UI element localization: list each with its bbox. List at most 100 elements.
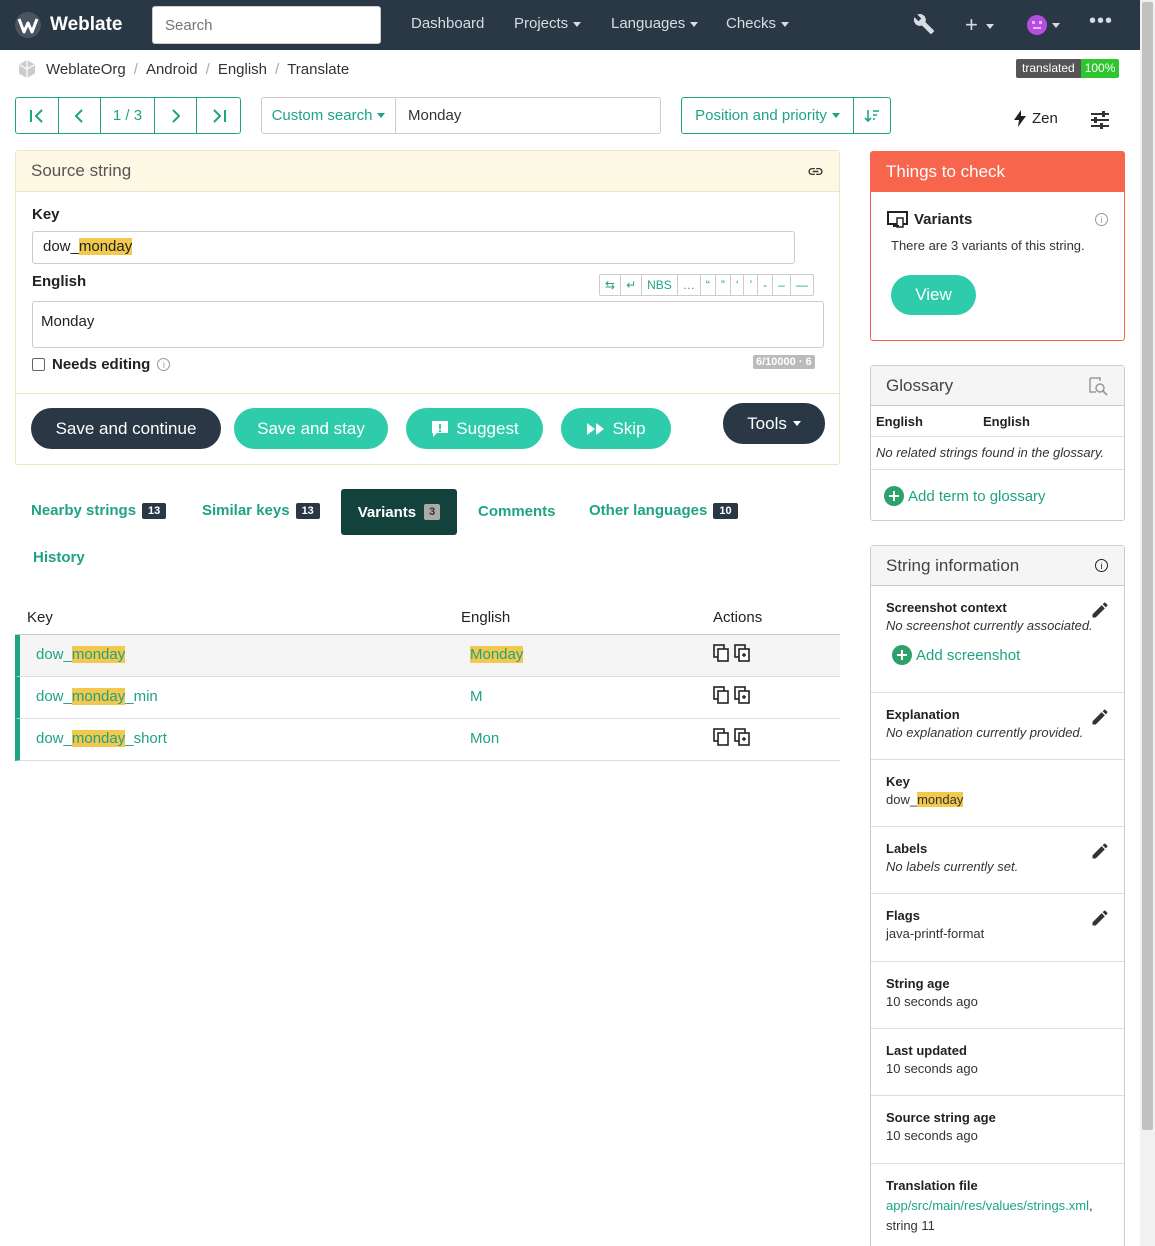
screenshot-context-section: Screenshot context No screenshot current… [871, 586, 1124, 693]
nav-dashboard[interactable]: Dashboard [411, 15, 484, 32]
variant-value[interactable]: Monday [470, 646, 524, 663]
page-scrollbar[interactable] [1140, 0, 1155, 1246]
breadcrumb-component[interactable]: Android [146, 61, 198, 78]
settings-sliders-icon[interactable] [1090, 110, 1110, 133]
custom-search-dropdown[interactable]: Custom search [262, 98, 396, 133]
info-icon[interactable]: i [1095, 559, 1108, 572]
right-double-quote-button[interactable]: ” [716, 275, 731, 295]
needs-editing-checkbox[interactable]: Needs editing i [32, 356, 171, 373]
copy-icon[interactable] [713, 686, 730, 704]
query-input[interactable]: Monday [396, 98, 660, 133]
search-input[interactable] [152, 6, 381, 44]
hyphen-button[interactable]: - [758, 275, 774, 295]
save-and-stay-button[interactable]: Save and stay [234, 408, 388, 449]
info-icon[interactable]: i [1095, 213, 1108, 226]
variant-key-link[interactable]: dow_monday_short [36, 730, 167, 747]
tab-similar-keys[interactable]: Similar keys 13 [202, 502, 320, 519]
add-menu[interactable]: + [965, 12, 994, 38]
variant-key-link[interactable]: dow_monday_min [36, 688, 158, 705]
more-menu-icon[interactable]: ••• [1089, 10, 1113, 33]
glossary-panel: Glossary English English No related stri… [870, 365, 1125, 521]
table-row[interactable]: dow_monday_short Mon [15, 719, 840, 761]
tab-history[interactable]: History [33, 549, 85, 566]
nav-languages[interactable]: Languages [611, 15, 699, 32]
tab-variants[interactable]: Variants 3 [341, 489, 457, 535]
breadcrumb-project[interactable]: WeblateOrg [46, 61, 126, 78]
sort-group: Position and priority [681, 97, 891, 134]
left-single-quote-button[interactable]: ‘ [731, 275, 745, 295]
flags-section: Flags java-printf-format [871, 893, 1124, 962]
chevron-right-icon [171, 108, 180, 123]
en-dash-button[interactable]: – [773, 275, 791, 295]
tab-nearby-strings[interactable]: Nearby strings 13 [31, 502, 167, 519]
sort-direction-button[interactable] [854, 98, 890, 133]
scrollbar-thumb[interactable] [1142, 2, 1153, 1130]
left-double-quote-button[interactable]: “ [701, 275, 716, 295]
variant-value[interactable]: M [470, 688, 483, 705]
tools-dropdown[interactable]: Tools [723, 403, 825, 444]
em-dash-button[interactable]: — [791, 275, 813, 295]
skip-button[interactable]: Skip [561, 408, 671, 449]
search-highlight: monday [78, 238, 133, 255]
translation-file-link[interactable]: app/src/main/res/values/strings.xml [886, 1198, 1089, 1213]
breadcrumb-language[interactable]: English [218, 61, 267, 78]
newline-char-button[interactable]: ↵ [621, 275, 643, 295]
lightning-icon [1014, 110, 1026, 127]
ellipsis-char-button[interactable]: … [678, 275, 701, 295]
info-icon[interactable]: i [157, 358, 171, 371]
glossary-empty-text: No related strings found in the glossary… [876, 445, 1105, 460]
source-text-area[interactable]: Monday [32, 301, 824, 348]
checkbox[interactable] [32, 358, 45, 371]
last-button[interactable] [197, 98, 240, 133]
table-row[interactable]: dow_monday Monday [15, 635, 840, 677]
chevron-down-icon [831, 113, 840, 118]
add-term-button[interactable]: Add term to glossary [884, 486, 1046, 506]
view-button[interactable]: View [891, 275, 976, 315]
suggest-button[interactable]: Suggest [406, 408, 543, 449]
nav-checks[interactable]: Checks [726, 15, 790, 32]
add-screenshot-button[interactable]: Add screenshot [892, 645, 1109, 665]
sort-dropdown[interactable]: Position and priority [682, 98, 854, 133]
things-to-check-panel: Things to check Variants i There are 3 v… [870, 151, 1125, 341]
explanation-section: Explanation No explanation currently pro… [871, 692, 1124, 760]
source-language-label: English [32, 273, 87, 290]
clone-icon[interactable] [734, 728, 751, 746]
wrench-icon[interactable] [913, 13, 935, 40]
link-icon[interactable] [807, 163, 824, 183]
edit-pencil-icon[interactable] [1090, 908, 1110, 928]
string-information-panel: String information i Screenshot context … [870, 545, 1125, 1246]
next-button[interactable] [155, 98, 198, 133]
tab-char-button[interactable]: ⇆ [600, 275, 622, 295]
row-actions [713, 644, 751, 662]
clone-icon[interactable] [734, 644, 751, 662]
tab-other-languages[interactable]: Other languages 10 [589, 502, 738, 519]
tab-comments[interactable]: Comments [478, 503, 556, 520]
string-age-section: String age 10 seconds ago [871, 961, 1124, 1029]
nav-projects[interactable]: Projects [514, 15, 582, 32]
user-menu[interactable] [1027, 14, 1060, 36]
first-button[interactable] [16, 98, 59, 133]
source-string-header: Source string [16, 151, 839, 192]
clone-icon[interactable] [734, 686, 751, 704]
nbsp-char-button[interactable]: NBS [642, 275, 678, 295]
brand-name: Weblate [50, 14, 123, 35]
variant-value[interactable]: Mon [470, 730, 499, 747]
variant-key-link[interactable]: dow_monday [36, 646, 126, 663]
previous-button[interactable] [59, 98, 102, 133]
status-badge[interactable]: translated 100% [1016, 59, 1120, 78]
edit-pencil-icon[interactable] [1090, 707, 1110, 727]
copy-icon[interactable] [713, 644, 730, 662]
search-group: Custom search Monday [261, 97, 661, 134]
zen-button[interactable]: Zen [1014, 110, 1058, 127]
copy-icon[interactable] [713, 728, 730, 746]
glossary-search-icon[interactable] [1088, 376, 1108, 399]
last-page-icon [212, 108, 226, 123]
table-row[interactable]: dow_monday_min M [15, 677, 840, 719]
chevron-down-icon [781, 21, 790, 27]
right-single-quote-button[interactable]: ’ [744, 275, 759, 295]
save-and-continue-button[interactable]: Save and continue [31, 408, 221, 449]
edit-pencil-icon[interactable] [1090, 841, 1110, 861]
glossary-column-target: English [983, 414, 1030, 429]
brand-link[interactable]: Weblate [14, 11, 123, 39]
edit-pencil-icon[interactable] [1090, 600, 1110, 620]
